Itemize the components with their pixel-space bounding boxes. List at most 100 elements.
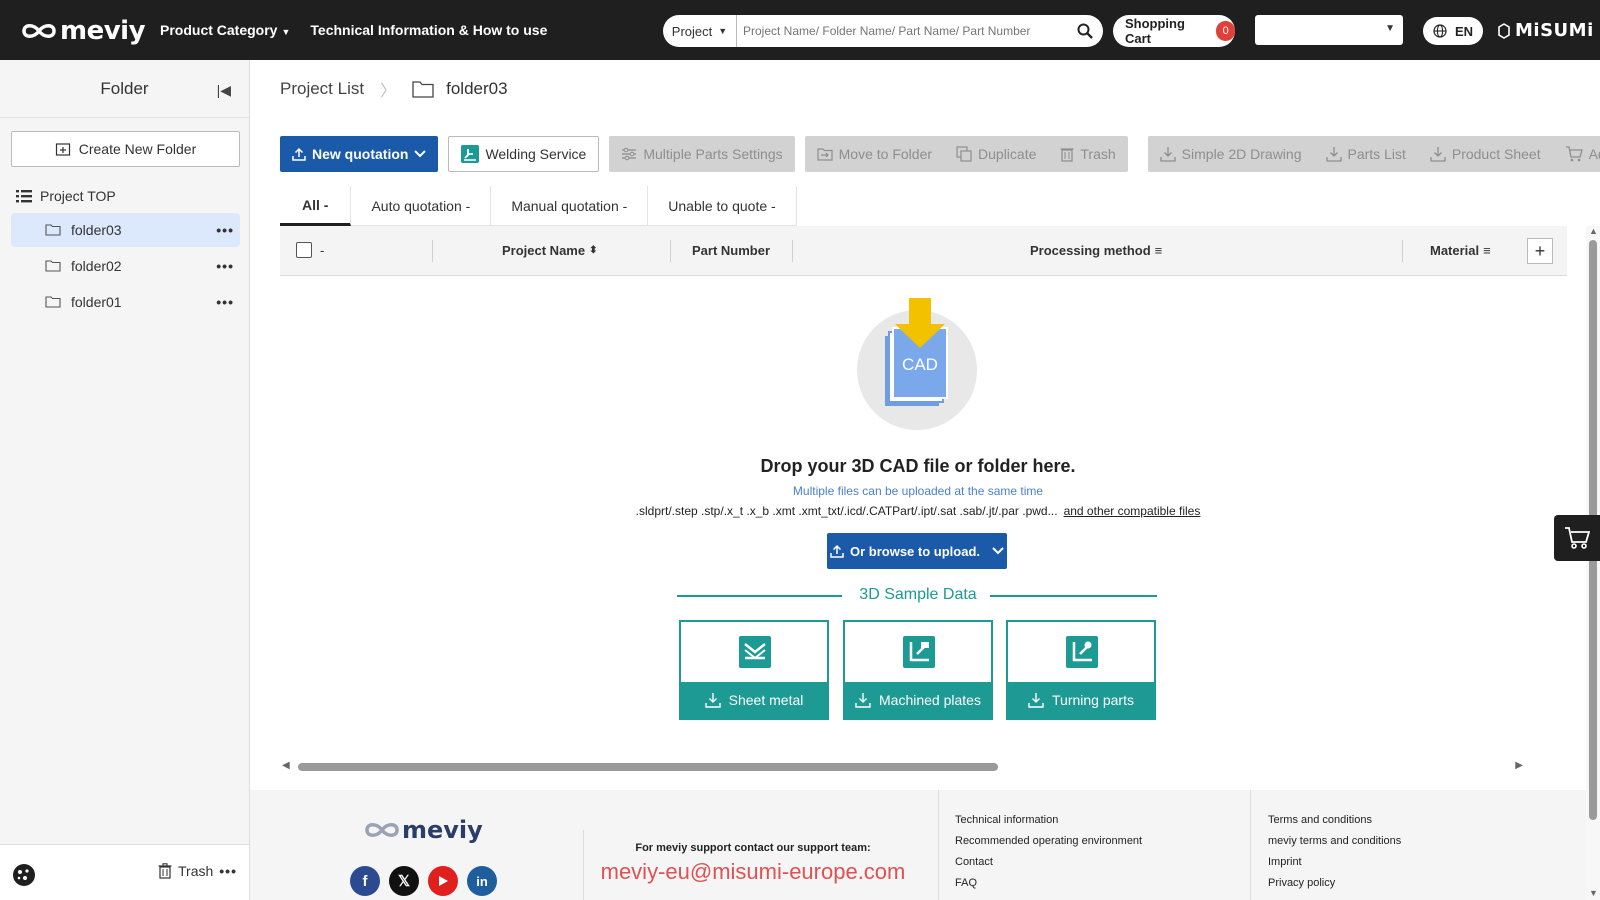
folder-more-options-icon[interactable]: •••	[216, 294, 234, 310]
breadcrumb: Project List 〉 folder03	[280, 77, 508, 101]
sidebar-folder-folder01[interactable]: folder01 •••	[11, 285, 240, 319]
shopping-cart-button[interactable]: Shopping Cart 0	[1113, 15, 1235, 47]
add-to-shopping-cart-button[interactable]: Add to Shopp	[1553, 136, 1600, 172]
top-bar: meviy Product Category ▼ Technical Inform…	[0, 0, 1600, 60]
meviy-logo[interactable]: meviy	[20, 16, 146, 46]
move-to-folder-button[interactable]: Move to Folder	[805, 136, 944, 172]
scroll-right-icon[interactable]: ▶	[1515, 760, 1523, 771]
trash-icon	[158, 863, 172, 879]
footer-link-faq[interactable]: FAQ	[955, 877, 1142, 898]
cart-icon	[1565, 527, 1590, 549]
breadcrumb-project-list[interactable]: Project List	[280, 79, 364, 99]
sample-sheet-metal-card[interactable]: Sheet metal	[679, 620, 829, 720]
trash-icon	[1060, 148, 1074, 162]
scroll-up-icon[interactable]: ▲	[1589, 226, 1598, 236]
footer-logo[interactable]: meviy	[362, 816, 483, 844]
horizontal-scroll-thumb[interactable]	[298, 763, 998, 771]
page-footer: meviy f 𝕏 in For meviy support contact o…	[250, 790, 1586, 900]
folder-more-options-icon[interactable]: •••	[216, 258, 234, 274]
scroll-left-icon[interactable]: ◀	[282, 760, 290, 771]
misumi-logo[interactable]: MiSUMi	[1497, 20, 1594, 41]
cookie-settings-icon[interactable]	[12, 863, 36, 890]
filter-menu-icon[interactable]: ≡	[1483, 243, 1491, 258]
new-quotation-button[interactable]: New quotation	[280, 136, 439, 172]
tab-unable-to-quote[interactable]: Unable to quote -	[648, 186, 797, 226]
select-all-checkbox[interactable]	[296, 242, 312, 258]
sidebar-folder-folder02[interactable]: folder02 •••	[11, 249, 240, 283]
create-new-folder-button[interactable]: Create New Folder	[11, 131, 240, 167]
tab-all[interactable]: All -	[280, 186, 352, 226]
footer-link-imprint[interactable]: Imprint	[1268, 856, 1401, 877]
sample-sheet-metal-button[interactable]: Sheet metal	[681, 682, 827, 718]
welding-service-button[interactable]: Welding Service	[448, 136, 600, 172]
misumi-logo-icon	[1498, 22, 1510, 39]
filter-menu-icon[interactable]: ≡	[1155, 243, 1163, 258]
add-column-button[interactable]: +	[1527, 238, 1553, 264]
search-input[interactable]	[737, 24, 1067, 38]
collapse-sidebar-icon[interactable]: |◀	[217, 82, 231, 99]
project-top-link[interactable]: Project TOP	[16, 188, 116, 204]
support-email-link[interactable]: meviy-eu@misumi-europe.com	[583, 859, 923, 885]
footer-link-terms[interactable]: Terms and conditions	[1268, 814, 1401, 835]
language-code: EN	[1454, 23, 1474, 39]
horizontal-scrollbar[interactable]: ◀ ▶	[280, 760, 1525, 774]
compatible-files-link[interactable]: and other compatible files	[1064, 504, 1201, 518]
multiple-parts-settings-button[interactable]: Multiple Parts Settings	[609, 136, 794, 172]
footer-link-technical-information[interactable]: Technical information	[955, 814, 1142, 835]
column-material[interactable]: Material ≡	[1430, 243, 1491, 258]
search-scope-select[interactable]: Project ▼	[663, 15, 737, 47]
sample-machined-plates-card[interactable]: Machined plates	[843, 620, 993, 720]
footer-link-contact[interactable]: Contact	[955, 856, 1142, 877]
youtube-icon[interactable]	[428, 866, 458, 896]
footer-link-privacy[interactable]: Privacy policy	[1268, 877, 1401, 898]
product-sheet-button[interactable]: Product Sheet	[1418, 136, 1553, 172]
vertical-scrollbar[interactable]: ▲ ▼	[1586, 226, 1600, 900]
folder-more-options-icon[interactable]: •••	[216, 222, 234, 238]
column-project-name[interactable]: Project Name ⬍	[502, 243, 597, 258]
current-folder-name: folder03	[446, 79, 508, 98]
duplicate-button[interactable]: Duplicate	[944, 136, 1048, 172]
simple-2d-drawing-button[interactable]: Simple 2D Drawing	[1148, 136, 1314, 172]
supported-formats: .sldprt/.step .stp/.x_t .x_b .xmt .xmt_t…	[250, 504, 1586, 518]
browse-upload-button[interactable]: Or browse to upload.	[827, 533, 1007, 569]
sample-turning-parts-button[interactable]: Turning parts	[1008, 682, 1154, 718]
sidebar-folder-folder03[interactable]: folder03 •••	[11, 213, 240, 247]
linkedin-icon[interactable]: in	[467, 866, 497, 896]
parts-list-button[interactable]: Parts List	[1314, 136, 1418, 172]
action-toolbar: New quotation Welding Service Multiple P…	[280, 136, 1600, 172]
sample-machined-plates-button[interactable]: Machined plates	[845, 682, 991, 718]
tab-manual-quotation[interactable]: Manual quotation -	[491, 186, 649, 226]
floating-cart-button[interactable]	[1554, 515, 1600, 561]
folder-label: folder02	[71, 258, 122, 274]
sample-turning-parts-card[interactable]: Turning parts	[1006, 620, 1156, 720]
footer-link-meviy-terms[interactable]: meviy terms and conditions	[1268, 835, 1401, 856]
social-links: f 𝕏 in	[350, 866, 497, 896]
sheet-metal-icon	[739, 636, 771, 668]
footer-links-col1: Technical information Recommended operat…	[955, 814, 1142, 898]
footer-link-operating-environment[interactable]: Recommended operating environment	[955, 835, 1142, 856]
duplicate-label: Duplicate	[978, 146, 1037, 162]
search-icon[interactable]	[1067, 23, 1103, 39]
technical-info-link[interactable]: Technical Information & How to use	[310, 22, 547, 38]
duplicate-icon	[956, 146, 972, 162]
folder-label: folder01	[71, 294, 122, 310]
account-select[interactable]: ▼	[1255, 15, 1403, 45]
trash-button[interactable]: Trash	[1048, 136, 1127, 172]
x-twitter-icon[interactable]: 𝕏	[389, 866, 419, 896]
language-button[interactable]: EN	[1423, 17, 1483, 45]
product-category-menu[interactable]: Product Category ▼	[160, 22, 290, 38]
facebook-icon[interactable]: f	[350, 866, 380, 896]
tab-auto-quotation[interactable]: Auto quotation -	[351, 186, 492, 226]
select-all-cell: -	[296, 242, 324, 258]
breadcrumb-current: folder03	[412, 79, 508, 99]
scroll-down-icon[interactable]: ▼	[1589, 888, 1598, 898]
folder-icon	[45, 224, 61, 236]
brand-name: meviy	[60, 16, 146, 46]
project-top-label: Project TOP	[40, 188, 116, 204]
column-processing-method[interactable]: Processing method ≡	[1030, 243, 1162, 258]
trash-more-options-icon[interactable]: •••	[219, 863, 237, 879]
sort-icon[interactable]: ⬍	[589, 245, 597, 256]
sidebar-trash-button[interactable]: Trash •••	[158, 863, 237, 879]
cad-file-icon: CAD	[885, 298, 948, 406]
chevron-down-icon	[992, 547, 1004, 555]
